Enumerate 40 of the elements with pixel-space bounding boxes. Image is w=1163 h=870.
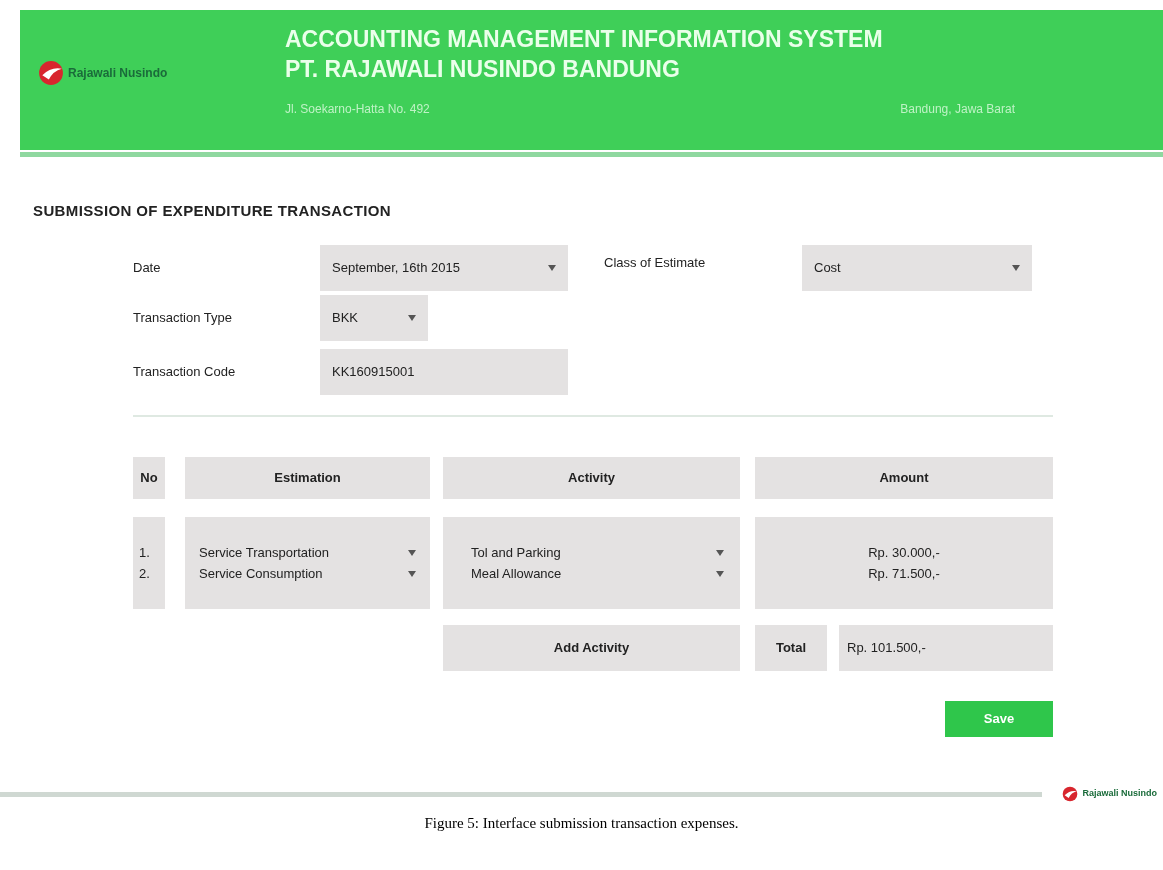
page-title: SUBMISSION OF EXPENDITURE TRANSACTION	[33, 202, 392, 219]
add-activity-button[interactable]: Add Activity	[443, 625, 740, 671]
field-label: Transaction Code	[133, 363, 237, 382]
caret-icon	[408, 549, 416, 556]
company-name: PT. RAJAWALI NUSINDO BANDUNG	[285, 55, 681, 84]
caret-icon	[716, 549, 724, 556]
total-field: Rp. 101.500,-	[839, 625, 1053, 671]
cell-text: Tol and Parking	[471, 543, 561, 562]
system-title: ACCOUNTING MANAGEMENT INFORMATION SYSTEM	[285, 25, 884, 54]
caret-icon	[1012, 265, 1020, 271]
date-dropdown[interactable]: September, 16th 2015	[320, 245, 568, 291]
cell-text: Meal Allowance	[471, 564, 562, 583]
logo-text: Rajawali Nusindo	[68, 65, 168, 82]
column-header: Amount	[755, 457, 1053, 499]
class-of-estimate-dropdown[interactable]: Cost	[802, 245, 1032, 291]
field-label: Class of Estimate	[604, 254, 707, 272]
transaction-type-dropdown[interactable]: BKK	[320, 295, 428, 341]
column-header: Estimation	[185, 457, 430, 499]
logo-icon	[1062, 786, 1079, 802]
company-city: Bandung, Jawa Barat	[900, 101, 1015, 118]
footer-logo-text: Rajawali Nusindo	[1082, 787, 1157, 801]
caret-icon	[716, 570, 724, 577]
amount-text: Rp. 71.500,-	[868, 564, 940, 583]
cell-text: Service Transportation	[199, 543, 330, 562]
figure-caption: Figure 5: Interface submission transaction expenses.	[424, 814, 739, 833]
caret-icon	[408, 315, 416, 321]
column-header: Activity	[443, 457, 740, 499]
field-label: Transaction Type	[133, 309, 233, 328]
column-header: No	[133, 457, 165, 499]
logo-icon	[38, 60, 64, 86]
row-number: 1.	[139, 543, 150, 562]
caret-icon	[408, 570, 416, 577]
total-label: Total	[755, 625, 827, 671]
cell-text: Service Consumption	[199, 564, 323, 583]
row-number: 2.	[139, 564, 150, 583]
field-label: Date	[133, 259, 162, 278]
transaction-code-field[interactable]: KK160915001	[320, 349, 568, 395]
amount-text: Rp. 30.000,-	[868, 543, 940, 562]
caret-icon	[548, 265, 556, 271]
company-address: Jl. Soekarno-Hatta No. 492	[285, 101, 430, 118]
